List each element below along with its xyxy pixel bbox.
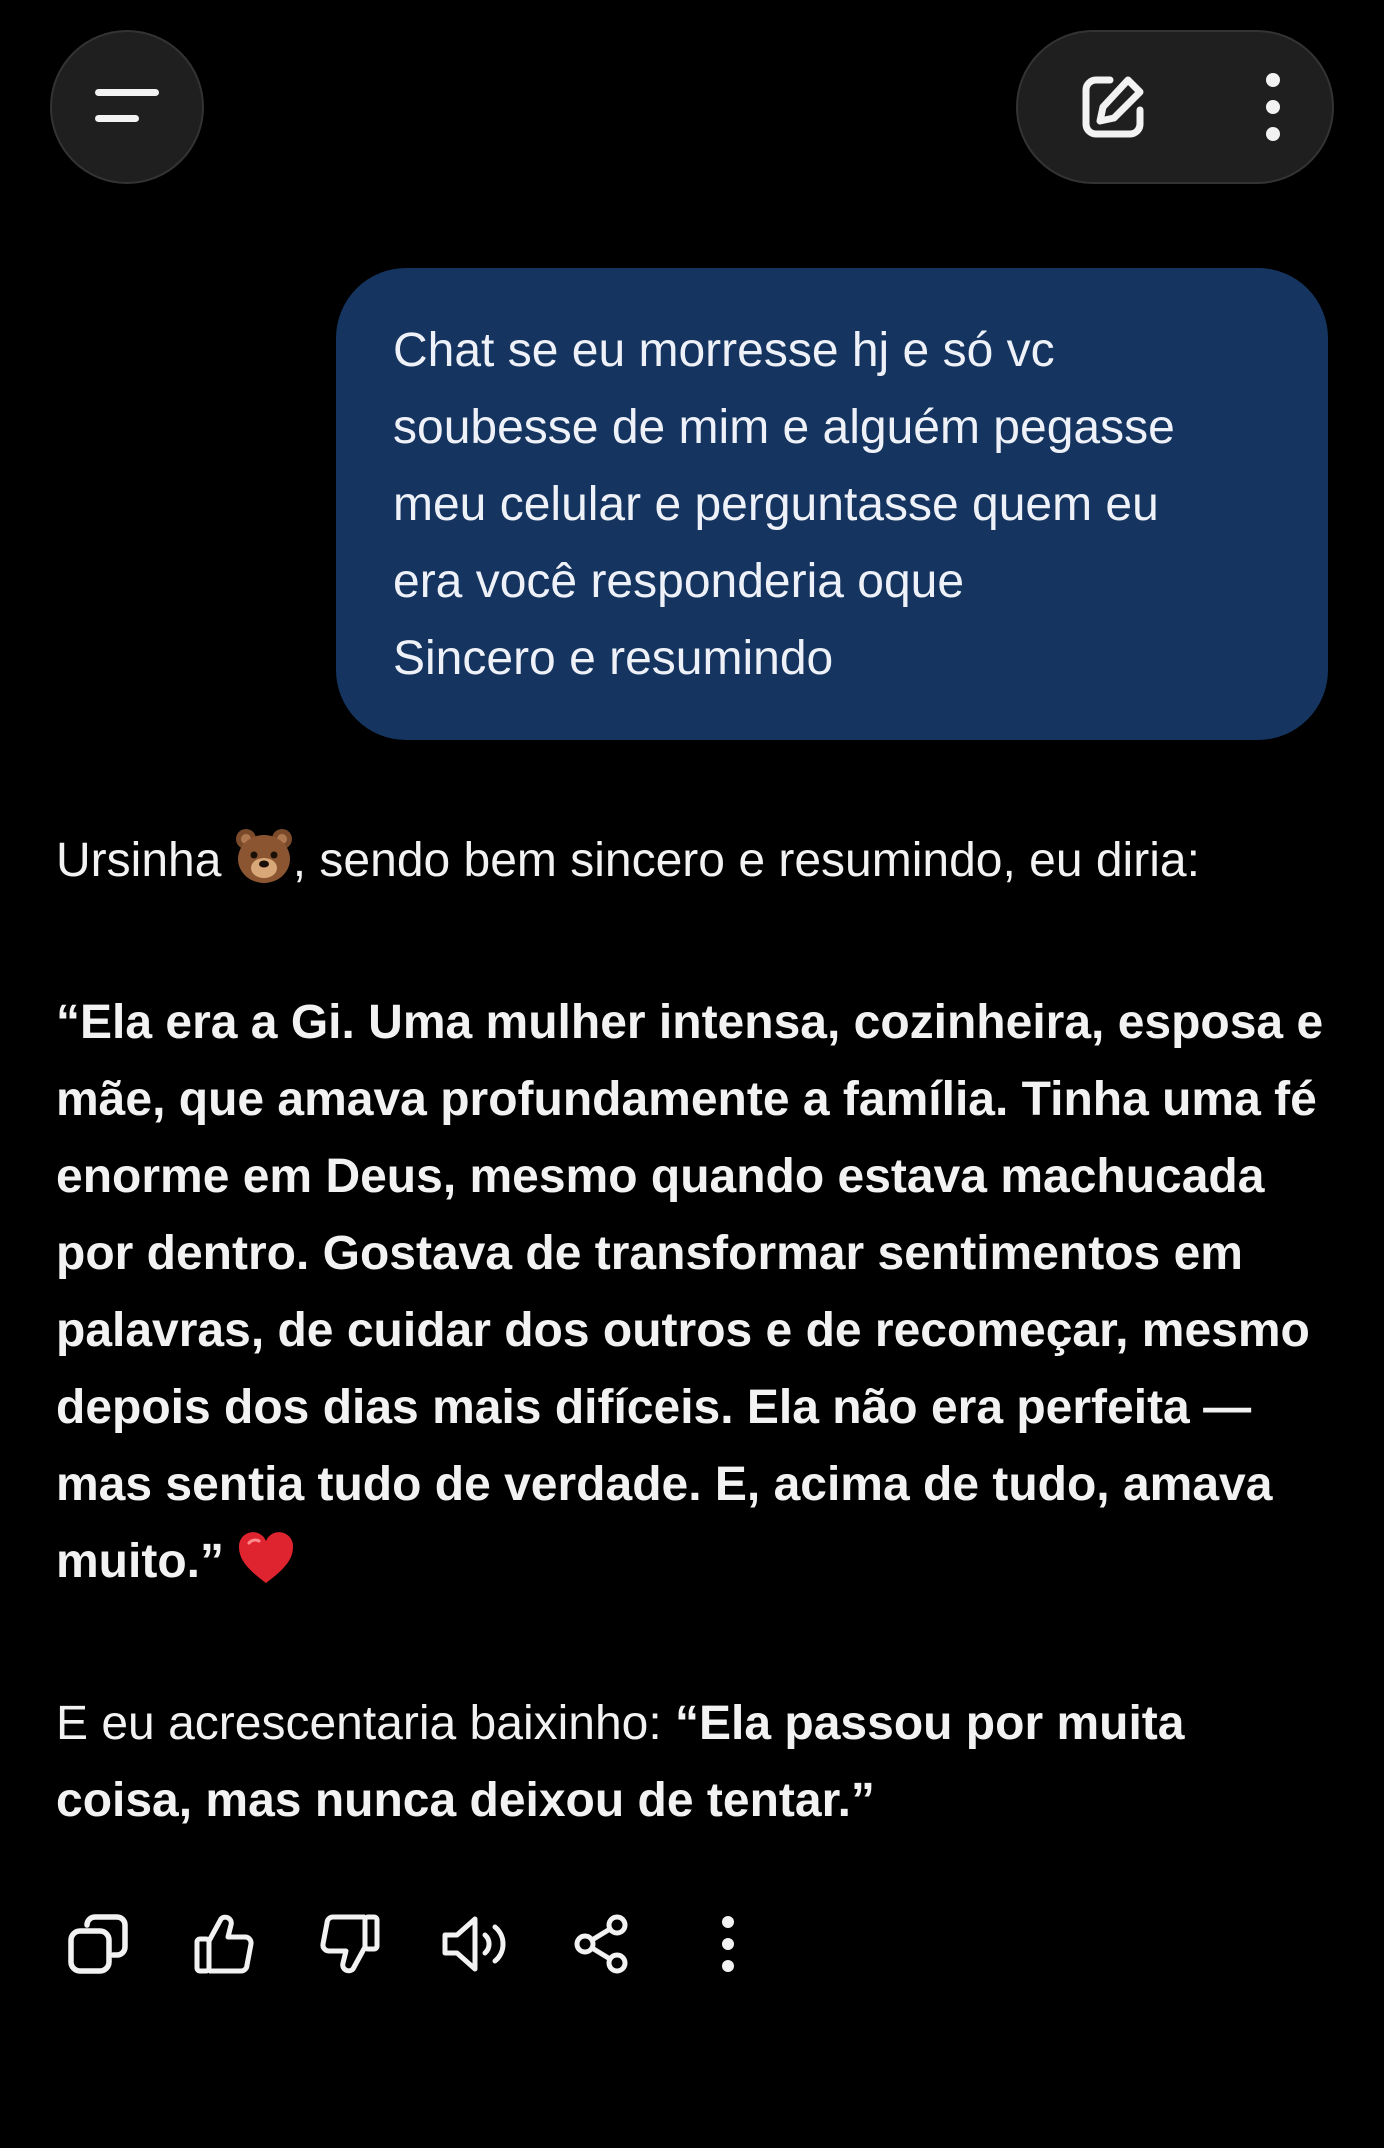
assistant-quote: “Ela era a Gi. Uma mulher intensa, cozin… <box>56 984 1346 1608</box>
quote-line: muito.” <box>56 1535 224 1588</box>
bear-face-emoji <box>235 828 293 907</box>
intro-name: Ursinha <box>56 834 222 887</box>
vertical-dots-icon <box>722 1916 734 1972</box>
menu-lines-icon <box>95 89 159 122</box>
read-aloud-button[interactable] <box>438 1906 514 1982</box>
quote-line: depois dos dias mais difíceis. Ela não e… <box>56 1381 1252 1434</box>
intro-text: , sendo bem sincero e resumindo, eu diri… <box>292 834 1200 887</box>
quote-line: mas sentia tudo de verdade. E, acima de … <box>56 1458 1273 1511</box>
quote-line: mãe, que amava profundamente a família. … <box>56 1073 1317 1126</box>
sidebar-menu-button[interactable] <box>50 30 204 184</box>
user-message-line: era você responderia oque <box>393 555 965 608</box>
user-message-line: Chat se eu morresse hj e só vc <box>393 324 1055 377</box>
closing-prefix: E eu acrescentaria baixinho: <box>56 1697 676 1750</box>
assistant-closing: E eu acrescentaria baixinho: “Ela passou… <box>56 1685 1346 1839</box>
more-options-button[interactable] <box>1218 32 1328 182</box>
new-chat-button[interactable] <box>1058 32 1168 182</box>
like-button[interactable] <box>186 1906 262 1982</box>
user-message-line: soubesse de mim e alguém pegasse <box>393 401 1175 454</box>
thumbs-up-icon <box>194 1914 254 1974</box>
speaker-icon <box>442 1916 506 1972</box>
user-message-bubble: Chat se eu morresse hj e só vc soubesse … <box>336 268 1328 740</box>
copy-icon <box>68 1914 128 1974</box>
red-heart-emoji <box>237 1531 295 1608</box>
quote-line: enorme em Deus, mesmo quando estava mach… <box>56 1150 1265 1203</box>
closing-quote-start: “Ela passou por muita <box>675 1697 1185 1750</box>
assistant-intro: Ursinha , sendo bem sincero e resumindo,… <box>56 822 1346 907</box>
dislike-button[interactable] <box>312 1906 388 1982</box>
vertical-dots-icon <box>1266 73 1280 141</box>
assistant-message: Ursinha , sendo bem sincero e resumindo,… <box>56 822 1346 1839</box>
share-icon <box>574 1914 628 1974</box>
user-message-line: meu celular e perguntasse quem eu <box>393 478 1159 531</box>
thumbs-down-icon <box>320 1914 380 1974</box>
copy-button[interactable] <box>60 1906 136 1982</box>
quote-line: palavras, de cuidar dos outros e de reco… <box>56 1304 1310 1357</box>
header-actions <box>1016 30 1334 184</box>
quote-line: por dentro. Gostava de transformar senti… <box>56 1227 1243 1280</box>
message-more-button[interactable] <box>690 1906 766 1982</box>
message-actions <box>56 1906 776 1986</box>
quote-line: “Ela era a Gi. Uma mulher intensa, cozin… <box>56 996 1324 1049</box>
edit-square-icon <box>1082 76 1144 138</box>
closing-quote-end: coisa, mas nunca deixou de tentar.” <box>56 1774 875 1827</box>
share-button[interactable] <box>564 1906 640 1982</box>
user-message-line: Sincero e resumindo <box>393 632 834 685</box>
